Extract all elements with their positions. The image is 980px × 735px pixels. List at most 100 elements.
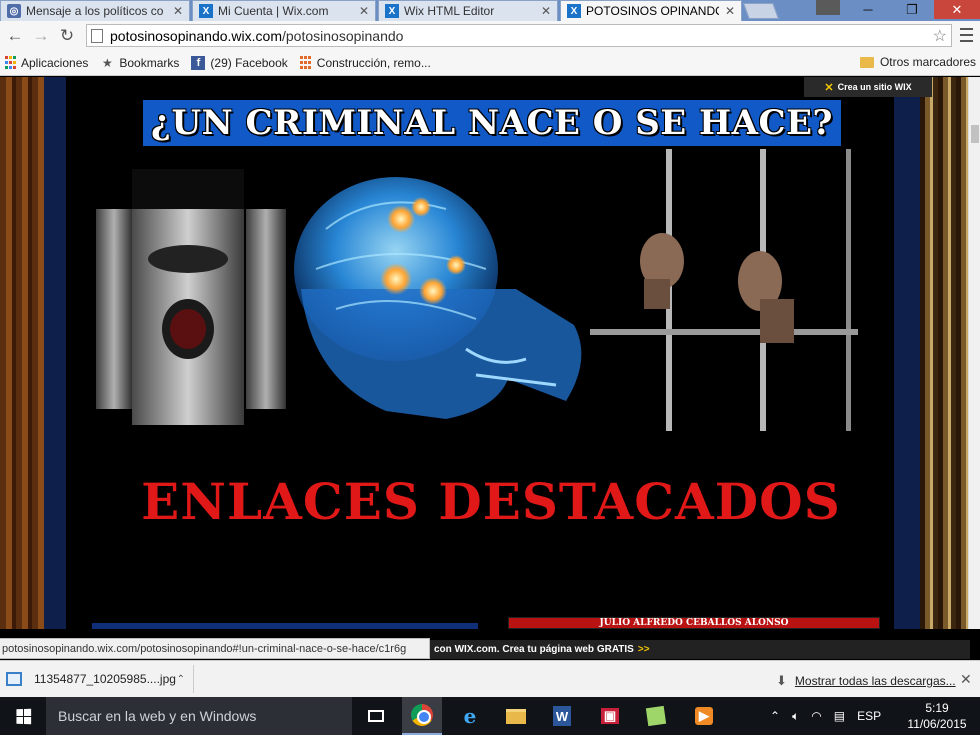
promo-brand: WIX.com bbox=[454, 644, 497, 655]
minimize-button[interactable]: ─ bbox=[846, 0, 890, 19]
close-icon[interactable]: ✕ bbox=[541, 4, 551, 18]
chevron-up-icon[interactable]: ⌃ bbox=[177, 674, 185, 685]
brain-skull-image bbox=[294, 177, 582, 419]
background-wood-left bbox=[0, 77, 44, 629]
close-icon[interactable]: ✕ bbox=[173, 4, 183, 18]
clock-date: 11/06/2015 bbox=[907, 717, 967, 731]
taskbar-chrome[interactable] bbox=[402, 697, 442, 735]
close-window-button[interactable]: ✕ bbox=[934, 0, 980, 19]
chevron-up-icon[interactable]: ⌃ bbox=[770, 709, 780, 723]
chrome-menu-button[interactable] bbox=[958, 26, 974, 44]
featured-link-card-right[interactable]: JULIO ALFREDO CEBALLOS ALONSO bbox=[508, 617, 880, 629]
system-tray: ⌃ 🔈︎ ◠ ▤ ESP bbox=[770, 697, 893, 735]
download-arrow-icon: ⬇ bbox=[776, 673, 787, 688]
sticky-notes-icon bbox=[645, 705, 667, 727]
tab-strip: ◎ Mensaje a los políticos co ✕ X Mi Cuen… bbox=[0, 0, 980, 21]
download-filename: 11354877_10205985....jpg bbox=[34, 672, 176, 686]
tab-label: Mi Cuenta | Wix.com bbox=[218, 4, 329, 18]
taskbar-search-box[interactable]: Buscar en la web y en Windows bbox=[46, 697, 352, 735]
tab-mi-cuenta[interactable]: X Mi Cuenta | Wix.com ✕ bbox=[192, 0, 376, 21]
user-profile-button[interactable] bbox=[816, 0, 840, 15]
facebook-icon: f bbox=[191, 55, 206, 70]
taskbar-media-player[interactable]: ▶ bbox=[684, 697, 724, 735]
tab-wix-html-editor[interactable]: X Wix HTML Editor ✕ bbox=[378, 0, 558, 21]
tab-label: Mensaje a los políticos co bbox=[26, 4, 164, 18]
other-bookmarks[interactable]: Otros marcadores bbox=[859, 55, 976, 69]
page-icon bbox=[91, 28, 103, 43]
wifi-icon[interactable]: ◠ bbox=[811, 709, 821, 723]
back-button[interactable]: ← bbox=[4, 25, 26, 47]
word-icon: W bbox=[553, 706, 571, 726]
hero-image bbox=[96, 149, 858, 431]
url-text: potosinosopinando.wix.com/potosinosopina… bbox=[110, 28, 933, 44]
bookmark-facebook[interactable]: f (29) Facebook bbox=[191, 55, 288, 70]
other-bookmarks-label: Otros marcadores bbox=[879, 55, 976, 69]
volume-icon[interactable]: 🔈︎ bbox=[792, 709, 799, 724]
prison-bars-image bbox=[590, 149, 858, 431]
forward-button[interactable]: → bbox=[30, 25, 52, 47]
bookmark-construccion[interactable]: Construcción, remo... bbox=[300, 56, 431, 70]
page-viewport: ✕ Crea un sitio WIX ¿UN CRIMINAL NACE O … bbox=[0, 77, 980, 629]
close-icon[interactable]: ✕ bbox=[960, 671, 972, 688]
page-scrollbar[interactable] bbox=[968, 77, 980, 629]
folder-icon bbox=[859, 56, 874, 68]
tab-label: Wix HTML Editor bbox=[404, 4, 495, 18]
featured-link-card-left[interactable] bbox=[92, 623, 478, 629]
taskbar-internet-explorer[interactable]: e bbox=[450, 697, 490, 735]
language-indicator[interactable]: ESP bbox=[857, 709, 881, 723]
wix-promo-bar[interactable]: con WIX.com . Crea tu página web GRATIS … bbox=[430, 640, 970, 659]
arrow-left-icon: ← bbox=[6, 25, 24, 45]
taskbar-media[interactable]: ▣ bbox=[590, 697, 630, 735]
url-path: /potosinosopinando bbox=[282, 27, 404, 44]
wix-create-site-badge[interactable]: ✕ Crea un sitio WIX bbox=[804, 77, 932, 97]
wix-icon: X bbox=[385, 4, 399, 18]
show-all-downloads-link[interactable]: ⬇ Mostrar todas las descargas... bbox=[776, 673, 956, 689]
start-button[interactable] bbox=[0, 697, 46, 735]
scrollbar-thumb[interactable] bbox=[971, 125, 979, 143]
star-icon: ★ bbox=[101, 55, 113, 70]
close-icon[interactable]: ✕ bbox=[359, 4, 369, 18]
promo-prefix: con bbox=[434, 644, 455, 655]
tab-label: POTOSINOS OPINANDO bbox=[586, 4, 719, 18]
bookmark-star-icon[interactable]: ☆ bbox=[933, 26, 947, 46]
status-bubble-url: potosinosopinando.wix.com/potosinosopina… bbox=[0, 638, 430, 659]
screaming-faces-image bbox=[96, 169, 286, 425]
tab-mensaje[interactable]: ◎ Mensaje a los políticos co ✕ bbox=[0, 0, 190, 21]
folder-icon bbox=[506, 708, 526, 724]
taskbar-word[interactable]: W bbox=[542, 697, 582, 735]
apps-icon bbox=[300, 56, 312, 70]
card-author-name: JULIO ALFREDO CEBALLOS ALONSO bbox=[599, 618, 789, 628]
close-icon[interactable]: ✕ bbox=[725, 4, 735, 18]
bookmark-label: Construcción, remo... bbox=[316, 55, 431, 70]
task-view-button[interactable] bbox=[356, 697, 396, 735]
arrow-right-icon: → bbox=[32, 25, 50, 45]
chrome-icon bbox=[411, 704, 433, 726]
taskbar-file-explorer[interactable] bbox=[496, 697, 536, 735]
taskbar-sticky-notes[interactable] bbox=[636, 697, 676, 735]
taskbar-clock[interactable]: 5:19 11/06/2015 bbox=[900, 700, 974, 732]
tab-potosinos-opinando[interactable]: X POTOSINOS OPINANDO ✕ bbox=[560, 0, 742, 21]
restore-button[interactable]: ❐ bbox=[890, 0, 934, 19]
url-host: potosinosopinando.wix.com bbox=[110, 27, 282, 44]
clock-time: 5:19 bbox=[925, 701, 949, 715]
wix-icon: ✕ bbox=[824, 81, 834, 94]
image-file-icon bbox=[6, 672, 22, 686]
bookmark-label: Aplicaciones bbox=[21, 55, 89, 70]
show-all-label: Mostrar todas las descargas... bbox=[794, 674, 956, 688]
bookmarks-bar: Aplicaciones ★ Bookmarks f (29) Facebook… bbox=[0, 50, 980, 76]
reload-button[interactable]: ↻ bbox=[56, 25, 78, 47]
windows-taskbar: Buscar en la web y en Windows e W ▣ ▶ ⌃ … bbox=[0, 697, 980, 735]
notifications-icon[interactable]: ▤ bbox=[834, 709, 845, 723]
featured-links-heading: ENLACES DESTACADOS bbox=[141, 472, 841, 531]
address-bar[interactable]: potosinosopinando.wix.com/potosinosopina… bbox=[86, 24, 952, 47]
title-banner: ¿UN CRIMINAL NACE O SE HACE? bbox=[143, 100, 841, 146]
apps-icon bbox=[4, 56, 16, 70]
bookmark-aplicaciones[interactable]: Aplicaciones bbox=[4, 56, 88, 70]
download-item[interactable]: 11354877_10205985....jpg ⌃ bbox=[4, 665, 194, 693]
promo-arrows: >> bbox=[637, 644, 650, 655]
new-tab-button[interactable] bbox=[743, 3, 779, 19]
bookmark-bookmarks[interactable]: ★ Bookmarks bbox=[100, 56, 179, 70]
bookmark-label: Bookmarks bbox=[119, 55, 180, 70]
facebook-message-icon: ◎ bbox=[7, 4, 21, 18]
windows-logo-icon bbox=[15, 708, 31, 724]
